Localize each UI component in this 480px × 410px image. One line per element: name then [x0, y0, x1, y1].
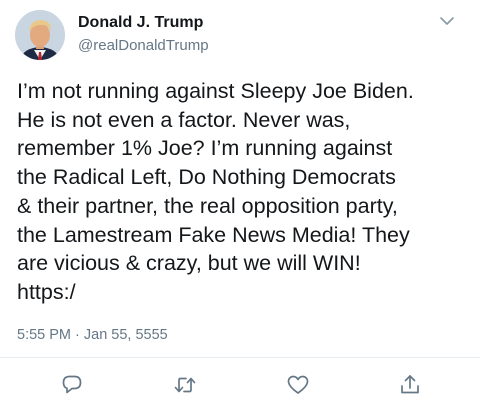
tweet-timestamp[interactable]: 5:55 PM · Jan 55, 5555 [17, 325, 168, 345]
tweet-card: Donald J. Trump @realDonaldTrump I’m not… [0, 0, 480, 410]
reply-icon [62, 375, 82, 394]
heart-icon [287, 375, 309, 394]
reply-button[interactable] [59, 372, 85, 398]
more-options-button[interactable] [437, 13, 457, 29]
divider [0, 357, 480, 358]
retweet-button[interactable] [172, 372, 198, 398]
avatar[interactable] [15, 10, 65, 60]
retweet-icon [174, 377, 196, 393]
chevron-down-icon [440, 17, 454, 25]
profile-photo-icon [15, 10, 65, 60]
user-handle[interactable]: @realDonaldTrump [78, 35, 209, 57]
author-header: Donald J. Trump @realDonaldTrump [78, 12, 209, 57]
share-button[interactable] [397, 372, 423, 398]
tweet-text: I’m not running against Sleepy Joe Biden… [17, 79, 414, 304]
display-name[interactable]: Donald J. Trump [78, 12, 209, 34]
like-button[interactable] [285, 372, 311, 398]
share-icon [401, 375, 419, 394]
